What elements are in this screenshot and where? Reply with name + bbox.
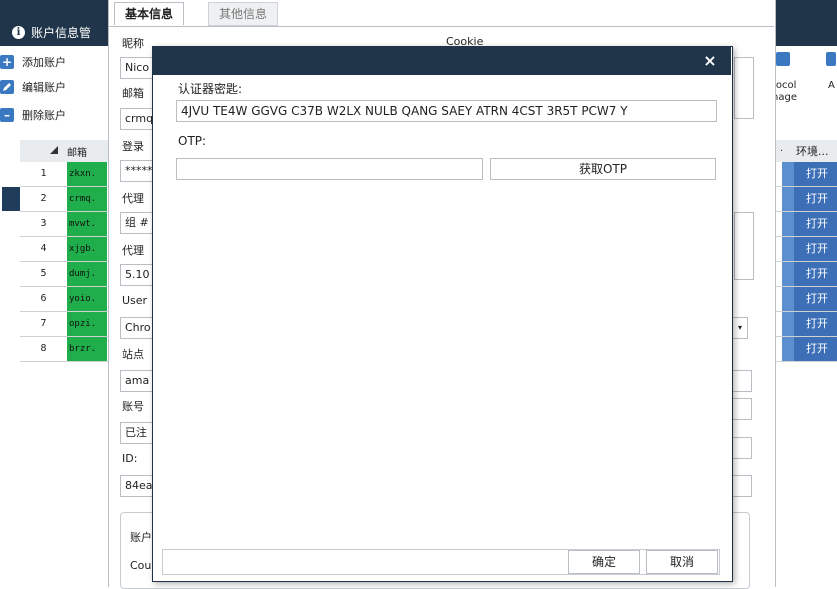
- app-title-text: 账户信息管: [31, 26, 92, 40]
- row-number: 3: [40, 218, 47, 229]
- otp-dialog: [152, 46, 733, 582]
- edit-icon: [0, 80, 14, 94]
- row-status-cell: [782, 187, 794, 211]
- row-email: brzr.: [67, 337, 107, 361]
- get-otp-button[interactable]: 获取OTP: [490, 158, 716, 180]
- tab-basic-info[interactable]: 基本信息: [114, 2, 185, 25]
- row-status-cell: [782, 337, 794, 361]
- useragent-dropdown[interactable]: ▾: [732, 317, 748, 339]
- dialog-titlebar: [152, 46, 731, 75]
- open-env-button[interactable]: 打开: [794, 312, 837, 336]
- row-number: 6: [40, 293, 47, 304]
- minus-icon: –: [0, 108, 14, 122]
- row-number: 8: [40, 343, 47, 354]
- row-status-cell: [782, 162, 794, 186]
- authenticator-key-field[interactable]: 4JVU TE4W GGVG C37B W2LX NULB QANG SAEY …: [176, 100, 717, 122]
- row-email: zkxn.: [67, 162, 107, 186]
- row-number: 1: [40, 168, 47, 179]
- extra-tool-label[interactable]: A: [828, 80, 835, 92]
- env-column-header[interactable]: 环境...: [796, 143, 829, 159]
- tab-other-info[interactable]: 其他信息: [208, 2, 279, 26]
- dot-column-header[interactable]: .: [780, 143, 783, 154]
- row-email: mvwt.: [67, 212, 107, 236]
- cancel-button[interactable]: 取消: [646, 550, 718, 574]
- sort-corner-icon: [50, 146, 58, 154]
- add-account-label: 添加账户: [22, 56, 66, 69]
- chevron-down-icon: ▾: [737, 323, 742, 332]
- confirm-button[interactable]: 确定: [568, 550, 640, 574]
- info-icon: i: [12, 26, 25, 39]
- row-number: 5: [40, 268, 47, 279]
- proxy2-label: 代理: [122, 244, 144, 257]
- close-icon[interactable]: ×: [700, 51, 720, 71]
- delete-account-button[interactable]: – 删除账户: [0, 106, 66, 124]
- add-account-button[interactable]: + 添加账户: [0, 53, 66, 71]
- row-status-cell: [782, 212, 794, 236]
- notes-box[interactable]: [734, 212, 754, 280]
- plus-icon: +: [0, 55, 14, 69]
- group-value: Cou: [130, 559, 152, 572]
- row-status-cell: [782, 287, 794, 311]
- account-label: 账号: [122, 400, 144, 413]
- open-env-button[interactable]: 打开: [794, 187, 837, 211]
- open-env-button[interactable]: 打开: [794, 212, 837, 236]
- email-column-header[interactable]: 邮箱: [67, 144, 87, 159]
- proxy-label: 代理: [122, 192, 144, 205]
- edit-account-button[interactable]: 编辑账户: [0, 78, 66, 96]
- site-field-right[interactable]: [732, 370, 752, 392]
- row-email: yoio.: [67, 287, 107, 311]
- open-env-button[interactable]: 打开: [794, 237, 837, 261]
- selected-row-marker: [2, 187, 20, 211]
- cookie-scrollbar[interactable]: [734, 57, 754, 119]
- row-number: 7: [40, 318, 47, 329]
- open-env-button[interactable]: 打开: [794, 287, 837, 311]
- edit-account-label: 编辑账户: [22, 81, 66, 94]
- login-label: 登录: [122, 140, 144, 153]
- row-status-cell: [782, 237, 794, 261]
- otp-field[interactable]: [176, 158, 483, 180]
- otp-label: OTP:: [178, 134, 207, 148]
- useragent-label: User: [122, 294, 148, 307]
- site-label: 站点: [122, 348, 144, 361]
- row-number: 2: [40, 193, 47, 204]
- open-env-button[interactable]: 打开: [794, 262, 837, 286]
- row-status-cell: [782, 262, 794, 286]
- extra-tool-icon[interactable]: [826, 52, 836, 66]
- row-email: opzi.: [67, 312, 107, 336]
- group-label: 账户: [130, 531, 152, 544]
- email-label: 邮箱: [122, 87, 144, 100]
- status-field-right[interactable]: [732, 437, 752, 459]
- tab-divider: [108, 26, 774, 27]
- open-env-button[interactable]: 打开: [794, 337, 837, 361]
- app-title: i 账户信息管: [12, 24, 91, 41]
- row-number: 4: [40, 243, 47, 254]
- delete-account-label: 删除账户: [22, 109, 66, 122]
- authenticator-key-label: 认证器密匙:: [178, 82, 243, 96]
- protocol-manage-icon[interactable]: [776, 52, 790, 66]
- id-label: ID:: [122, 452, 138, 465]
- row-email: dumj.: [67, 262, 107, 286]
- nickname-label: 昵称: [122, 37, 144, 50]
- open-env-button[interactable]: 打开: [794, 162, 837, 186]
- id-field-right[interactable]: [732, 475, 752, 497]
- account-field-right[interactable]: [732, 398, 752, 420]
- row-email: crmq.: [67, 187, 107, 211]
- row-email: xjgb.: [67, 237, 107, 261]
- row-status-cell: [782, 312, 794, 336]
